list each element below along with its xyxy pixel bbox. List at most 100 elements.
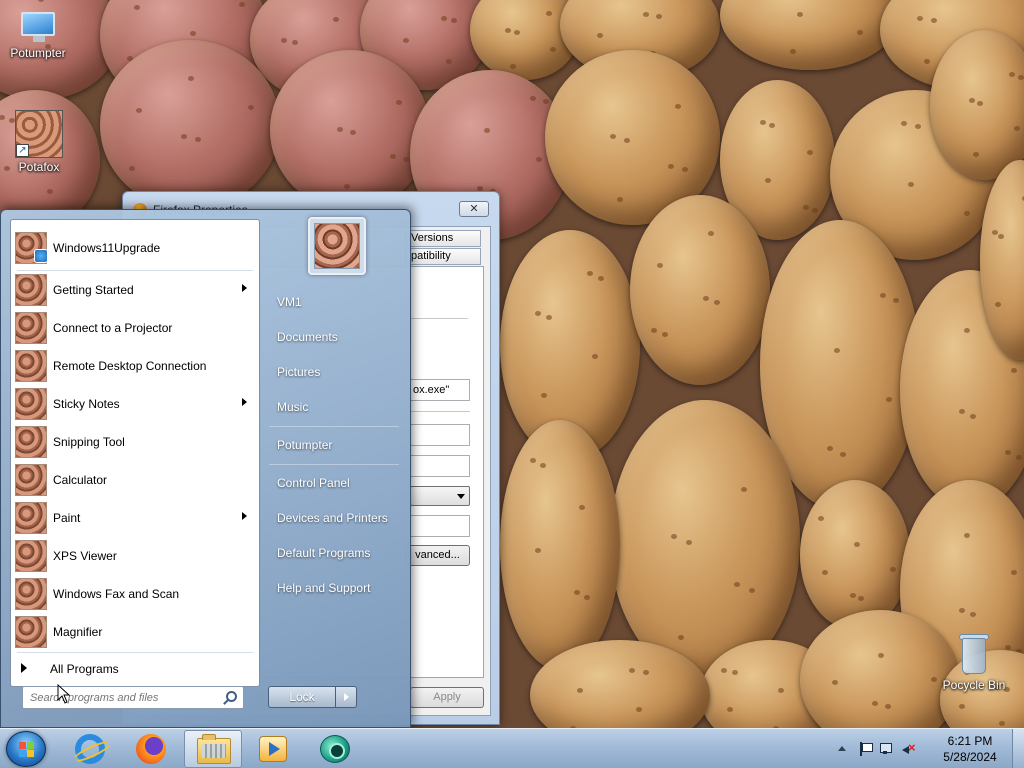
taskbar-windows-explorer[interactable]: [184, 730, 242, 768]
program-label: Calculator: [53, 473, 108, 487]
show-desktop-button[interactable]: [1012, 729, 1024, 768]
program-icon: [15, 274, 47, 306]
program-item[interactable]: Getting Started: [13, 272, 259, 308]
program-label: Getting Started: [53, 283, 134, 297]
submenu-arrow-icon: [242, 398, 247, 406]
program-item[interactable]: Remote Desktop Connection: [13, 348, 259, 384]
advanced-button[interactable]: vanced...: [405, 545, 470, 566]
program-item[interactable]: Windows11Upgrade: [13, 230, 259, 266]
run-combo[interactable]: [410, 486, 470, 506]
program-label: Snipping Tool: [53, 435, 125, 449]
program-label: Paint: [53, 511, 81, 525]
app-bubble-icon: [320, 735, 350, 763]
program-item[interactable]: Calculator: [13, 462, 259, 498]
wallpaper-potato: [800, 480, 910, 630]
divider: [410, 318, 468, 319]
tab-versions[interactable]: Versions: [405, 230, 481, 247]
start-link-pictures[interactable]: Pictures: [267, 357, 403, 387]
wallpaper-potato: [610, 400, 800, 680]
search-icon[interactable]: [226, 691, 237, 702]
program-label: Connect to a Projector: [53, 321, 173, 335]
start-search-box[interactable]: [22, 686, 244, 709]
submenu-arrow-icon: [242, 512, 247, 520]
tab-compatibility[interactable]: patibility: [405, 248, 481, 265]
program-label: Sticky Notes: [53, 397, 120, 411]
submenu-arrow-icon: [242, 284, 247, 292]
start-link-music[interactable]: Music: [267, 392, 403, 422]
program-icon: [15, 502, 47, 534]
clock-time: 6:21 PM: [947, 734, 993, 748]
wallpaper-potato: [720, 0, 900, 70]
dialog-close-button[interactable]: ✕: [459, 201, 489, 217]
recycle-bin-icon: [957, 632, 991, 676]
divider: [269, 464, 399, 465]
start-in-field[interactable]: [410, 424, 470, 446]
start-link-control-panel[interactable]: Control Panel: [267, 468, 403, 498]
start-link-default-programs[interactable]: Default Programs: [267, 538, 403, 568]
shortcut-key-field[interactable]: [410, 455, 470, 477]
start-link-devices-printers[interactable]: Devices and Printers: [267, 503, 403, 533]
start-menu: Windows11Upgrade Getting Started Connect…: [0, 209, 411, 728]
user-account-picture[interactable]: [308, 217, 366, 275]
program-item[interactable]: Windows Fax and Scan: [13, 576, 259, 612]
taskbar-app-bubble[interactable]: [306, 730, 364, 768]
volume-muted-icon[interactable]: [902, 740, 916, 756]
desktop-icon-potumpter[interactable]: Potumpter: [0, 10, 76, 60]
show-hidden-icons-button[interactable]: [838, 746, 846, 751]
program-item[interactable]: Snipping Tool: [13, 424, 259, 460]
wallpaper-potato: [630, 195, 770, 385]
taskbar-internet-explorer[interactable]: [60, 730, 118, 768]
windows-logo-icon: [19, 742, 35, 757]
program-item[interactable]: Paint: [13, 500, 259, 536]
internet-explorer-icon: [75, 734, 105, 764]
image-shortcut-icon: ↗: [15, 110, 63, 158]
program-item[interactable]: Sticky Notes: [13, 386, 259, 422]
comment-field[interactable]: [410, 515, 470, 537]
start-link-help-support[interactable]: Help and Support: [267, 573, 403, 603]
all-programs-button[interactable]: All Programs: [13, 654, 259, 682]
target-field[interactable]: ox.exe": [410, 379, 470, 401]
start-link-computer[interactable]: Potumpter: [267, 430, 403, 460]
lock-button[interactable]: Lock: [268, 686, 336, 708]
wallpaper-potato: [500, 420, 620, 670]
program-item[interactable]: XPS Viewer: [13, 538, 259, 574]
start-menu-programs-pane: Windows11Upgrade Getting Started Connect…: [10, 219, 260, 687]
divider: [269, 426, 399, 427]
program-label: Windows11Upgrade: [53, 241, 161, 255]
wallpaper-potato: [270, 50, 430, 210]
network-icon[interactable]: [880, 742, 894, 756]
taskbar: 6:21 PM 5/28/2024: [0, 728, 1024, 768]
expand-arrow-icon: [21, 663, 27, 673]
power-options-arrow-button[interactable]: [335, 686, 357, 708]
taskbar-clock[interactable]: 6:21 PM 5/28/2024: [932, 733, 1008, 765]
program-icon: [15, 464, 47, 496]
chevron-down-icon: [457, 494, 465, 499]
action-center-flag-icon[interactable]: [858, 742, 873, 756]
windows-badge-icon: [34, 249, 48, 263]
program-item[interactable]: Connect to a Projector: [13, 310, 259, 346]
divider: [17, 652, 253, 653]
program-label: XPS Viewer: [53, 549, 117, 563]
taskbar-firefox[interactable]: [122, 730, 180, 768]
apply-button[interactable]: Apply: [410, 687, 484, 708]
start-button[interactable]: [6, 731, 46, 767]
divider: [410, 411, 470, 412]
program-item[interactable]: Magnifier: [13, 614, 259, 650]
program-label: Windows Fax and Scan: [53, 587, 180, 601]
program-icon: [15, 426, 47, 458]
program-icon: [15, 540, 47, 572]
program-icon: [15, 350, 47, 382]
desktop-icon-label: Potafox: [18, 160, 60, 174]
windows-explorer-icon: [197, 734, 231, 764]
program-icon: [15, 232, 48, 264]
program-label: Remote Desktop Connection: [53, 359, 207, 373]
avatar: [314, 223, 360, 269]
desktop-icon-recycle-bin[interactable]: Pocycle Bin: [936, 632, 1012, 692]
taskbar-media-player[interactable]: [244, 730, 302, 768]
start-link-documents[interactable]: Documents: [267, 322, 403, 352]
all-programs-label: All Programs: [50, 662, 119, 676]
desktop-icon-potafox[interactable]: ↗ Potafox: [1, 110, 77, 174]
start-link-user[interactable]: VM1: [267, 287, 403, 317]
program-label: Magnifier: [53, 625, 103, 639]
computer-icon: [17, 10, 59, 44]
